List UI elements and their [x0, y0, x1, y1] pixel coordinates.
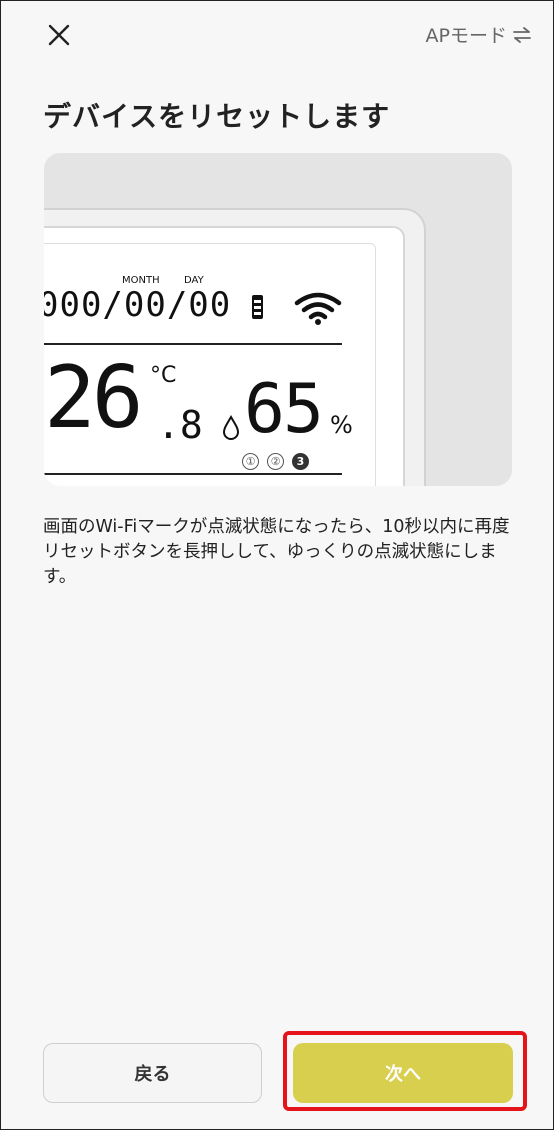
- screen: APモード デバイスをリセットします MONTH DAY 000/00/00 2…: [0, 0, 554, 1130]
- back-button-label: 戻る: [134, 1064, 171, 1085]
- indicator-row: ① ② 3: [242, 453, 309, 470]
- lcd-divider-top: [44, 343, 342, 345]
- ap-mode-button[interactable]: APモード: [426, 21, 531, 48]
- close-icon: [48, 24, 70, 46]
- page-title: デバイスをリセットします: [43, 100, 391, 133]
- next-button[interactable]: 次へ: [293, 1043, 513, 1103]
- battery-icon: [252, 295, 263, 319]
- swap-arrows-icon: [513, 26, 531, 43]
- indicator-1: ①: [242, 453, 259, 470]
- temperature-unit: °C: [150, 363, 177, 388]
- indicator-2: ②: [267, 453, 284, 470]
- next-button-label: 次へ: [385, 1064, 421, 1085]
- droplet-icon: [222, 415, 240, 440]
- close-button[interactable]: [39, 15, 79, 55]
- back-button[interactable]: 戻る: [43, 1043, 262, 1103]
- humidity-value: 65: [244, 370, 324, 449]
- indicator-3-active: 3: [292, 453, 309, 470]
- lcd-divider-bottom: [44, 473, 342, 475]
- wifi-icon: [294, 292, 342, 325]
- device-illustration: MONTH DAY 000/00/00 26 .8 °C 65 % ① ② 3: [44, 153, 512, 486]
- instruction-text: 画面のWi-Fiマークが点滅状態になったら、10秒以内に再度リセットボタンを長押…: [43, 517, 510, 587]
- date-display: 000/00/00: [44, 285, 232, 325]
- temperature-decimal: .8: [157, 403, 203, 447]
- temperature-value: 26: [44, 348, 144, 448]
- humidity-unit: %: [330, 411, 353, 439]
- ap-mode-label: APモード: [425, 25, 507, 47]
